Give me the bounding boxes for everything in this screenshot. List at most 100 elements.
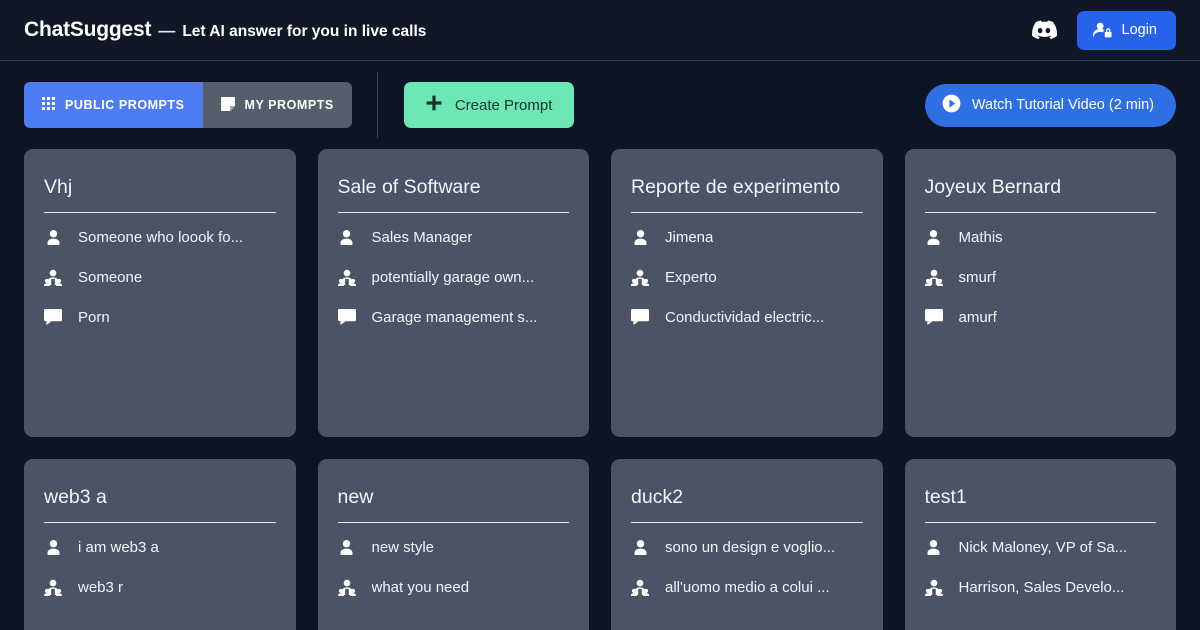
prompt-card-row: Sales Manager (338, 217, 570, 257)
person-icon (925, 229, 943, 246)
prompt-card-row: Experto (631, 257, 863, 297)
discord-icon[interactable] (1029, 15, 1059, 45)
group-icon (337, 579, 356, 596)
prompt-card-row: amurf (924, 297, 1157, 337)
chat-bubble-icon (924, 309, 943, 325)
prompt-card-row-text: Garage management s... (371, 308, 538, 326)
prompt-card-title: web3 a (44, 483, 276, 523)
prompt-card-row: Conductividad electric... (631, 297, 863, 337)
prompt-card-row-text: Nick Maloney, VP of Sa... (958, 538, 1128, 556)
prompt-card[interactable]: test1 Nick Maloney, VP of Sa... Harrison, … (904, 459, 1176, 630)
play-circle-icon (942, 94, 961, 117)
login-button[interactable]: Login (1076, 10, 1176, 50)
prompt-card-row-text: i am web3 a (78, 538, 159, 556)
prompt-card-row-text: new style (371, 538, 435, 556)
note-icon (220, 96, 235, 114)
tab-public-prompts[interactable]: PUBLIC PROMPTS (24, 82, 203, 128)
prompt-card-row: Someone who loook fo... (44, 217, 276, 257)
prompt-card[interactable]: Vhj Someone who loook fo... Someone Porn (24, 149, 296, 437)
chat-bubble-icon (44, 309, 62, 325)
person-icon (925, 539, 943, 556)
prompt-card-row-text: Sales Manager (371, 228, 473, 246)
prompt-card-row-text: Experto (665, 268, 717, 286)
chat-bubble-icon (337, 309, 356, 325)
prompt-card-row: Mathis (925, 217, 1157, 257)
prompt-card[interactable]: Sale of Software Sales Manager potentially… (317, 149, 589, 437)
person-lock-icon (1092, 22, 1112, 39)
tab-my-prompts-label: MY PROMPTS (244, 98, 334, 112)
prompt-card-row: i am web3 a (44, 527, 276, 567)
prompt-card-row-text: Conductividad electric... (665, 308, 825, 326)
plus-icon (426, 95, 442, 115)
watch-tutorial-button[interactable]: Watch Tutorial Video (2 min) (924, 83, 1176, 127)
prompt-card-rows: Jimena Experto Conductividad electric... (631, 213, 863, 337)
prompt-card-title: duck2 (631, 483, 863, 523)
group-icon (924, 269, 943, 286)
tab-public-prompts-label: PUBLIC PROMPTS (65, 98, 185, 112)
prompt-card-row-text: Someone who loook fo... (78, 228, 244, 246)
person-icon (631, 229, 649, 246)
app-header: ChatSuggest — Let AI answer for you in l… (0, 0, 1200, 61)
prompt-card-rows: Mathis smurf amurf (924, 213, 1157, 337)
group-icon (631, 269, 649, 286)
create-prompt-label: Create Prompt (454, 96, 553, 114)
prompt-card-row-text: Someone (78, 268, 143, 286)
create-prompt-button[interactable]: Create Prompt (403, 82, 575, 128)
prompt-card[interactable]: duck2 sono un design e voglio... all'uomo … (611, 459, 883, 630)
brand: ChatSuggest — Let AI answer for you in l… (24, 18, 426, 42)
toolbar-divider (376, 72, 378, 138)
brand-tagline: Let AI answer for you in live calls (182, 23, 427, 40)
watch-tutorial-label: Watch Tutorial Video (2 min) (971, 97, 1154, 113)
prompt-card[interactable]: new new style what you need (317, 459, 589, 630)
toolbar: PUBLIC PROMPTS MY PROMPTS Create Prompt (0, 61, 1200, 149)
prompt-card-row: Garage management s... (337, 297, 570, 337)
prompt-card-grid: Vhj Someone who loook fo... Someone Porn Sal… (0, 149, 1200, 630)
person-icon (44, 539, 62, 556)
header-actions: Login (1029, 10, 1176, 50)
group-icon (924, 579, 943, 596)
brand-name: ChatSuggest (24, 18, 152, 41)
prompt-card-row-text: smurf (958, 268, 997, 286)
prompt-card-rows: Nick Maloney, VP of Sa... Harrison, Sales… (924, 523, 1157, 607)
tab-my-prompts[interactable]: MY PROMPTS (202, 82, 352, 128)
person-icon (338, 539, 356, 556)
prompt-card-rows: Sales Manager potentially garage own... Ga… (337, 213, 570, 337)
group-icon (44, 579, 62, 596)
prompt-card-row-text: sono un design e voglio... (665, 538, 836, 556)
prompt-card-row: sono un design e voglio... (631, 527, 863, 567)
prompt-card-row: web3 r (44, 567, 276, 607)
prompt-card-rows: i am web3 a web3 r (44, 523, 276, 607)
prompt-card[interactable]: Reporte de experimento Jimena Experto Condu… (611, 149, 883, 437)
prompt-card-row: all'uomo medio a colui ... (631, 567, 863, 607)
prompt-card-row: smurf (924, 257, 1157, 297)
prompt-card-rows: Someone who loook fo... Someone Porn (44, 213, 276, 337)
prompt-card[interactable]: web3 a i am web3 a web3 r (24, 459, 296, 630)
prompt-card-row-text: all'uomo medio a colui ... (665, 578, 830, 596)
prompt-card-row-text: Porn (78, 308, 110, 326)
prompt-card-row-text: Jimena (665, 228, 714, 246)
person-icon (44, 229, 62, 246)
prompt-card-row: Nick Maloney, VP of Sa... (925, 527, 1157, 567)
group-icon (631, 579, 649, 596)
prompt-card-row-text: Harrison, Sales Develo... (958, 578, 1125, 596)
prompt-card-title: test1 (924, 483, 1156, 523)
prompt-card-row: new style (338, 527, 570, 567)
prompt-card-title: Reporte de experimento (631, 173, 863, 213)
prompt-card-row: Someone (44, 257, 276, 297)
group-icon (337, 269, 356, 286)
prompt-card-title: Joyeux Bernard (924, 173, 1156, 213)
grid-apps-icon (42, 97, 55, 113)
prompt-card-row: Harrison, Sales Develo... (924, 567, 1157, 607)
prompt-card-row: Jimena (631, 217, 863, 257)
prompt-card-row-text: amurf (958, 308, 997, 326)
prompt-card-rows: sono un design e voglio... all'uomo medio… (631, 523, 863, 607)
prompt-card-row: Porn (44, 297, 276, 337)
prompt-card-row-text: potentially garage own... (371, 268, 535, 286)
prompt-card-rows: new style what you need (337, 523, 570, 607)
prompt-card-title: Vhj (44, 173, 276, 213)
prompt-card[interactable]: Joyeux Bernard Mathis smurf amurf (904, 149, 1176, 437)
login-label: Login (1121, 22, 1157, 38)
group-icon (44, 269, 62, 286)
prompt-card-title: Sale of Software (337, 173, 569, 213)
prompt-scope-toggle: PUBLIC PROMPTS MY PROMPTS (24, 82, 352, 128)
